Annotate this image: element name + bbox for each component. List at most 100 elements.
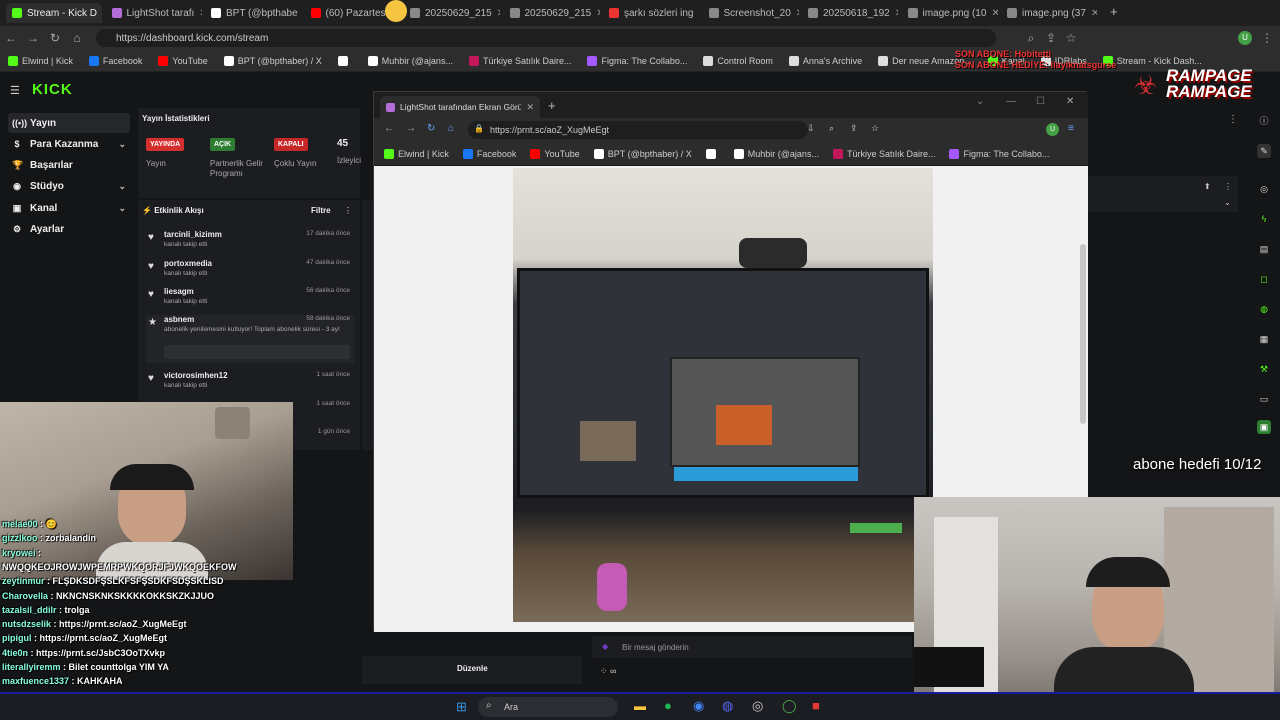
chat-input[interactable]: ◆ Bir mesaj gönderin xyxy=(592,636,912,658)
browser-tab[interactable]: LightShot tarafı ✕ xyxy=(106,3,202,23)
shop-icon[interactable]: ▣ xyxy=(1257,420,1271,434)
lightshot-address-bar[interactable]: 🔒 https://prnt.sc/aoZ_XugMeEgt xyxy=(468,121,808,139)
more-icon[interactable]: ⋮ xyxy=(1228,114,1238,125)
chevron-down-icon[interactable]: ⌄ xyxy=(118,181,126,192)
browser-tab[interactable]: BPT (@bpthabe✕ xyxy=(205,3,301,23)
bookmark-item[interactable]: Facebook xyxy=(462,148,516,159)
more-icon[interactable]: ⋮ xyxy=(1224,182,1232,191)
event-username[interactable]: tarcinli_kizimm xyxy=(164,230,222,239)
bookmark-item[interactable]: Elwind | Kick xyxy=(8,55,73,66)
forward-icon[interactable]: → xyxy=(406,123,416,134)
more-icon[interactable]: ⋮ xyxy=(344,206,352,215)
bookmark-item[interactable]: Control Room xyxy=(703,55,773,66)
chat-icon[interactable]: ◻ xyxy=(1257,272,1271,286)
target-icon[interactable]: ◎ xyxy=(1257,182,1271,196)
chevron-down-icon[interactable]: ⌄ xyxy=(976,96,984,107)
profile-avatar[interactable]: U xyxy=(1046,123,1059,136)
chat-options-icon[interactable]: ⁘ ∞ xyxy=(600,666,616,677)
reload-icon[interactable]: ↻ xyxy=(427,123,435,134)
bookmark-item[interactable]: Figma: The Collabo... xyxy=(587,55,687,66)
profile-avatar[interactable]: U xyxy=(1238,31,1252,45)
bookmark-item[interactable]: Elwind | Kick xyxy=(384,148,449,159)
bookmark-item[interactable]: Muhbir (@ajans... xyxy=(367,55,453,66)
install-icon[interactable]: ⇩ xyxy=(807,123,815,134)
info-icon[interactable]: ⓘ xyxy=(1257,114,1271,128)
menu-icon[interactable]: ⋮ xyxy=(1256,31,1278,45)
reload-icon[interactable]: ↻ xyxy=(44,31,66,45)
bookmark-item[interactable]: Stream - Kick Dash... xyxy=(1102,55,1202,66)
obs-icon[interactable]: ◎ xyxy=(752,698,763,714)
close-tab-icon[interactable]: ✕ xyxy=(596,8,599,19)
browser-tab[interactable]: Stream - Kick D✕ xyxy=(6,3,102,23)
app-icon[interactable]: ■ xyxy=(812,698,820,713)
event-username[interactable]: liesagm xyxy=(164,287,194,296)
bookmark-item[interactable]: Türkiye Satılık Daire... xyxy=(468,55,571,66)
edit-button[interactable]: Düzenle xyxy=(457,664,488,673)
browser-tab[interactable]: Screenshot_20 ✕ xyxy=(703,3,799,23)
broadcast-icon[interactable]: ◍ xyxy=(1257,302,1271,316)
zoom-icon[interactable]: ⌕ xyxy=(1020,31,1042,46)
filter-button[interactable]: Filtre xyxy=(311,206,331,215)
hamburger-icon[interactable]: ☰ xyxy=(10,84,20,97)
sidebar-item[interactable]: $ Para Kazanma ⌄ xyxy=(8,134,130,154)
bookmark-item[interactable]: Muhbir (@ajans... xyxy=(733,148,819,159)
close-tab-icon[interactable]: ✕ xyxy=(991,8,997,19)
close-tab-icon[interactable]: ✕ xyxy=(199,8,201,19)
pin-icon[interactable]: ⬆ xyxy=(1204,182,1211,191)
bookmark-item[interactable] xyxy=(705,148,720,159)
sidebar-item[interactable]: 🏆 Başarılar xyxy=(8,156,130,176)
earth-icon[interactable]: ◯ xyxy=(782,698,797,714)
bookmark-item[interactable]: Facebook xyxy=(88,55,142,66)
sidebar-item[interactable]: ▣ Kanal ⌄ xyxy=(8,198,130,218)
lightshot-tab[interactable]: LightShot tarafından Ekran Görü ✕ xyxy=(380,96,540,118)
home-icon[interactable]: ⌂ xyxy=(448,123,454,134)
maximize-icon[interactable]: ☐ xyxy=(1036,96,1045,107)
forward-icon[interactable]: → xyxy=(22,31,44,45)
minimize-icon[interactable]: — xyxy=(1006,96,1016,107)
menu-icon[interactable]: ≡ xyxy=(1068,123,1074,134)
browser-tab[interactable]: 20250629_215 ✕ xyxy=(504,3,600,23)
close-tab-icon[interactable]: ✕ xyxy=(497,8,500,19)
chevron-down-icon[interactable]: ⌄ xyxy=(118,203,126,214)
browser-tab[interactable]: image.png (37 ✕ xyxy=(1001,3,1097,23)
address-bar[interactable]: https://dashboard.kick.com/stream xyxy=(96,29,996,47)
close-tab-icon[interactable]: ✕ xyxy=(895,8,898,19)
bookmark-item[interactable]: Anna's Archive xyxy=(788,55,862,66)
bookmark-star-icon[interactable]: ☆ xyxy=(1060,31,1082,45)
browser-tab[interactable]: 20250629_215 ✕ xyxy=(404,3,500,23)
back-icon[interactable]: ← xyxy=(384,123,394,134)
sidebar-item[interactable]: ◉ Stüdyo ⌄ xyxy=(8,177,130,197)
discord-icon[interactable]: ◍ xyxy=(722,698,733,714)
share-icon[interactable]: ⇪ xyxy=(850,123,858,134)
chevron-down-icon[interactable]: ⌄ xyxy=(118,139,126,150)
browser-tab[interactable]: 20250618_192 ✕ xyxy=(802,3,898,23)
sidebar-item[interactable]: ⚙ Ayarlar xyxy=(8,220,130,240)
bookmark-item[interactable] xyxy=(337,55,352,66)
bookmark-item[interactable]: YouTube xyxy=(158,55,208,66)
spotify-icon[interactable]: ● xyxy=(664,698,672,713)
lightning-icon[interactable]: ϟ xyxy=(1257,212,1271,226)
chrome-icon[interactable]: ◉ xyxy=(693,698,704,714)
bookmark-item[interactable]: BPT (@bpthaber) / X xyxy=(223,55,322,66)
event-username[interactable]: victorosimhen12 xyxy=(164,371,228,380)
close-tab-icon[interactable]: ✕ xyxy=(1091,8,1097,19)
bookmark-item[interactable]: YouTube xyxy=(530,148,580,159)
chat-emote-icon[interactable]: ◆ xyxy=(602,642,608,651)
new-tab-icon[interactable]: + xyxy=(1110,4,1118,19)
layers-icon[interactable]: ▦ xyxy=(1257,332,1271,346)
close-tab-icon[interactable]: ✕ xyxy=(796,8,799,19)
share-icon[interactable]: ⇪ xyxy=(1040,31,1062,45)
home-icon[interactable]: ⌂ xyxy=(66,31,88,45)
bookmark-item[interactable]: Figma: The Collabo... xyxy=(949,148,1049,159)
chevron-down-icon[interactable]: ⌄ xyxy=(1224,198,1231,207)
bookmark-item[interactable]: BPT (@bpthaber) / X xyxy=(593,148,692,159)
browser-tab[interactable]: image.png (10 ✕ xyxy=(902,3,998,23)
document-icon[interactable]: ▤ xyxy=(1257,242,1271,256)
file-explorer-icon[interactable]: ▬ xyxy=(634,699,646,713)
bookmark-item[interactable]: Türkiye Satılık Daire... xyxy=(832,148,935,159)
sidebar-item[interactable]: ((•)) Yayın xyxy=(8,113,130,133)
browser-tab[interactable]: şarkı sözleri ing ✕ xyxy=(603,3,699,23)
windows-start-icon[interactable]: ⊞ xyxy=(456,699,467,715)
wrench-icon[interactable]: ⚒ xyxy=(1257,362,1271,376)
kick-logo[interactable]: KICK xyxy=(32,81,73,98)
